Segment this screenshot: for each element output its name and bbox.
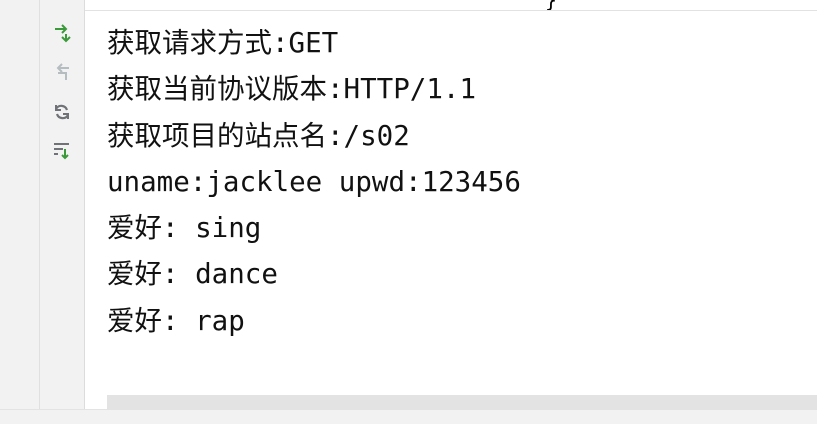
bottom-status-strip: [0, 409, 817, 424]
soft-wrap-icon: [54, 143, 69, 160]
output-line-protocol-version: 获取当前协议版本:HTTP/1.1: [107, 73, 477, 106]
soft-wrap-button[interactable]: [50, 139, 74, 163]
console-output[interactable]: } 获取请求方式:GET 获取当前协议版本:HTTP/1.1 获取项目的站点名:…: [85, 0, 817, 424]
rerun-button[interactable]: [50, 100, 74, 124]
step-over-icon: [55, 24, 71, 43]
output-lines: 获取请求方式:GET 获取当前协议版本:HTTP/1.1 获取项目的站点名:/s…: [107, 20, 521, 344]
output-line-hobby: 爱好: sing: [107, 212, 262, 245]
horizontal-scrollbar[interactable]: [107, 395, 817, 409]
rerun-icon: [55, 104, 69, 120]
output-line-site-name: 获取项目的站点名:/s02: [107, 119, 410, 152]
output-line-hobby: 爱好: dance: [107, 258, 278, 291]
top-divider: [85, 10, 817, 11]
output-line-hobby: 爱好: rap: [107, 304, 245, 337]
step-over-button[interactable]: [50, 22, 74, 46]
output-line-credentials: uname:jacklee upwd:123456: [107, 165, 521, 198]
console-toolbar: [40, 0, 85, 424]
left-gutter: [0, 0, 40, 424]
step-back-button[interactable]: [50, 61, 74, 85]
step-back-icon: [56, 63, 69, 80]
output-line-request-method: 获取请求方式:GET: [107, 27, 339, 59]
